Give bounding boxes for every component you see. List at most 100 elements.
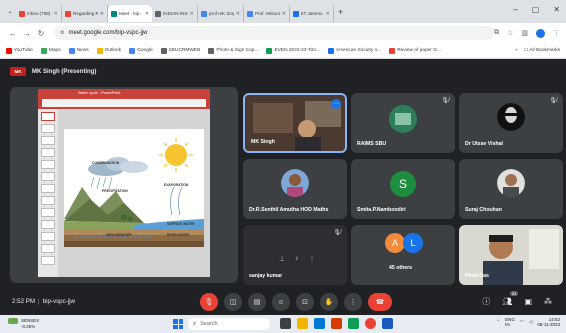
browser-tab[interactable]: prof mK Singh -✕: [198, 5, 244, 22]
browser-tab[interactable]: Inbox (759) - pra✕: [16, 5, 62, 22]
tab-close-icon[interactable]: ✕: [100, 11, 104, 17]
participant-tile-senthil-amutha[interactable]: Dr.R.Senthil Amutha HOD Maths: [243, 159, 347, 219]
tab-label: INDIAN INSTIT: [163, 11, 188, 16]
slide-thumb[interactable]: [41, 184, 55, 193]
taskview-icon[interactable]: [280, 318, 291, 329]
wifi-icon[interactable]: ◠: [520, 319, 524, 325]
slide-thumb[interactable]: [41, 136, 55, 145]
activities-icon[interactable]: ⁂: [544, 297, 552, 306]
widget-ticker[interactable]: SENSEX -0.25%: [8, 318, 39, 329]
raise-hand-button[interactable]: ✋: [320, 293, 338, 311]
word-icon[interactable]: [382, 318, 393, 329]
slide-thumb[interactable]: [41, 220, 55, 229]
taskbar-search[interactable]: ⌕ Search: [188, 318, 270, 330]
tab-close-icon[interactable]: ✕: [326, 11, 330, 17]
slide-thumb[interactable]: [41, 112, 55, 121]
tile-more-icon[interactable]: ⋮: [309, 255, 316, 263]
participant-tile-utsav-vishal[interactable]: 🎙︎̸ Dr Utsav Vishal: [459, 93, 563, 153]
bookmark-item[interactable]: EVEN 2022-23-Tim...: [266, 47, 320, 54]
chat-icon[interactable]: ▣: [524, 297, 532, 306]
bookmark-item[interactable]: Review of paper G...: [389, 47, 441, 54]
participant-tile-smita[interactable]: S Smita.P.Namboodiri: [351, 159, 455, 219]
captions-button[interactable]: ▤: [248, 293, 266, 311]
participant-tile-raims-sbu[interactable]: 🎙︎̸ RAIMS SBU: [351, 93, 455, 153]
mic-off-button[interactable]: 🎙︎: [200, 293, 218, 311]
tab-close-icon[interactable]: ✕: [190, 11, 194, 17]
chrome-icon[interactable]: [365, 318, 376, 329]
more-options-button[interactable]: ⋮: [344, 293, 362, 311]
participant-tile-pintu-das[interactable]: Pintu Das: [459, 225, 563, 285]
more-options-icon[interactable]: ⋯: [331, 99, 341, 109]
language-indicator[interactable]: ENG IN: [505, 317, 515, 327]
participant-tile-mk-singh[interactable]: ⋯ MK Singh: [243, 93, 347, 153]
slide-thumb[interactable]: [41, 256, 55, 265]
edge-icon[interactable]: [314, 318, 325, 329]
bookmark-item[interactable]: SBUCRMWEB: [160, 47, 200, 54]
bookmark-item[interactable]: American Society o...: [327, 47, 381, 54]
bookmark-item[interactable]: Outlook: [96, 47, 121, 54]
people-icon[interactable]: 👥︎ 54: [502, 291, 519, 306]
leave-call-button[interactable]: ☎: [368, 293, 392, 311]
participant-tile-others[interactable]: A L 45 others: [351, 225, 455, 285]
slide-thumb[interactable]: [41, 196, 55, 205]
pin-icon[interactable]: ⊥: [279, 255, 285, 263]
emoji-button[interactable]: ☺: [272, 293, 290, 311]
close-icon[interactable]: ✕: [553, 5, 560, 14]
bookmark-item[interactable]: Maps: [40, 47, 61, 54]
tab-close-icon[interactable]: ✕: [54, 11, 58, 17]
tab-close-icon[interactable]: ✕: [236, 11, 240, 17]
slide-thumb[interactable]: [41, 172, 55, 181]
info-icon[interactable]: ⓘ: [482, 296, 490, 307]
slide-thumb[interactable]: [41, 148, 55, 157]
present-button[interactable]: ⊡: [296, 293, 314, 311]
new-tab-button[interactable]: +: [338, 7, 343, 17]
site-info-icon[interactable]: ⚙: [60, 30, 64, 36]
browser-tab[interactable]: Meet - bip- ✕: [108, 5, 152, 22]
tab-close-icon[interactable]: ✕: [282, 11, 286, 17]
slide-thumb[interactable]: [41, 124, 55, 133]
slide-thumb[interactable]: [41, 208, 55, 217]
camera-button[interactable]: ◫: [224, 293, 242, 311]
tab-search-icon[interactable]: ⌄: [4, 8, 16, 15]
bookmark-item[interactable]: YouTube: [6, 47, 33, 54]
forward-icon[interactable]: →: [20, 29, 34, 38]
sidepanel-icon[interactable]: ▥: [521, 29, 528, 37]
mute-icon[interactable]: ♪: [295, 255, 299, 263]
minimize-icon[interactable]: –: [513, 5, 517, 14]
browser-tab[interactable]: IIT Jammu ✕: [290, 5, 334, 22]
tray-overflow-icon[interactable]: ⌃: [496, 319, 500, 325]
volume-icon[interactable]: ◁: [529, 319, 532, 325]
participant-tile-sanjay-kumar[interactable]: 🎙︎̸ ⊥ ♪ ⋮ sanjay kumar: [243, 225, 347, 285]
slide-thumb[interactable]: [41, 232, 55, 241]
slide-thumb[interactable]: [41, 160, 55, 169]
start-button[interactable]: [173, 319, 183, 329]
mic-muted-icon: 🎙︎̸: [333, 230, 341, 236]
bookmark-star-icon[interactable]: ☆: [507, 29, 513, 37]
url-field[interactable]: ⚙ meet.google.com/bip-vspc-jjw: [54, 26, 494, 40]
clock[interactable]: 14:52 08-11-2023: [537, 317, 560, 327]
menu-icon[interactable]: ⋮: [553, 29, 560, 37]
bookmark-item[interactable]: Photo & Sign Cop...: [208, 47, 259, 54]
profile-avatar[interactable]: [536, 28, 545, 38]
tab-close-icon[interactable]: ✕: [145, 11, 149, 17]
bookmark-item[interactable]: News: [68, 47, 89, 54]
browser-tab[interactable]: Prof. Mrituniya✕: [244, 5, 290, 22]
participant-tile-suraj-chouhan[interactable]: Suraj Chouhan: [459, 159, 563, 219]
browser-tab[interactable]: INDIAN INSTIT✕: [152, 5, 198, 22]
maximize-icon[interactable]: ▢: [532, 5, 540, 14]
ppt-ribbon: Water cycle - PowerPoint: [38, 89, 210, 109]
back-icon[interactable]: ←: [6, 29, 20, 38]
slide-thumb[interactable]: [41, 244, 55, 253]
reload-icon[interactable]: ↻: [34, 29, 48, 38]
presentation-view[interactable]: Water cycle - PowerPoint CONDENSATION EV…: [10, 87, 238, 283]
bookmark-label: Photo & Sign Cop...: [216, 48, 259, 53]
all-bookmarks-link[interactable]: ▭ All Bookmarks: [524, 48, 560, 53]
bookmark-item[interactable]: Google: [129, 47, 153, 54]
store-icon[interactable]: [348, 318, 359, 329]
file-explorer-icon[interactable]: [297, 318, 308, 329]
cast-icon[interactable]: ⧉: [494, 29, 499, 37]
avatar: [497, 103, 525, 131]
browser-tab[interactable]: Regarding RDF✕: [62, 5, 108, 22]
office-icon[interactable]: [331, 318, 342, 329]
bookmarks-overflow-icon[interactable]: »: [515, 48, 518, 53]
